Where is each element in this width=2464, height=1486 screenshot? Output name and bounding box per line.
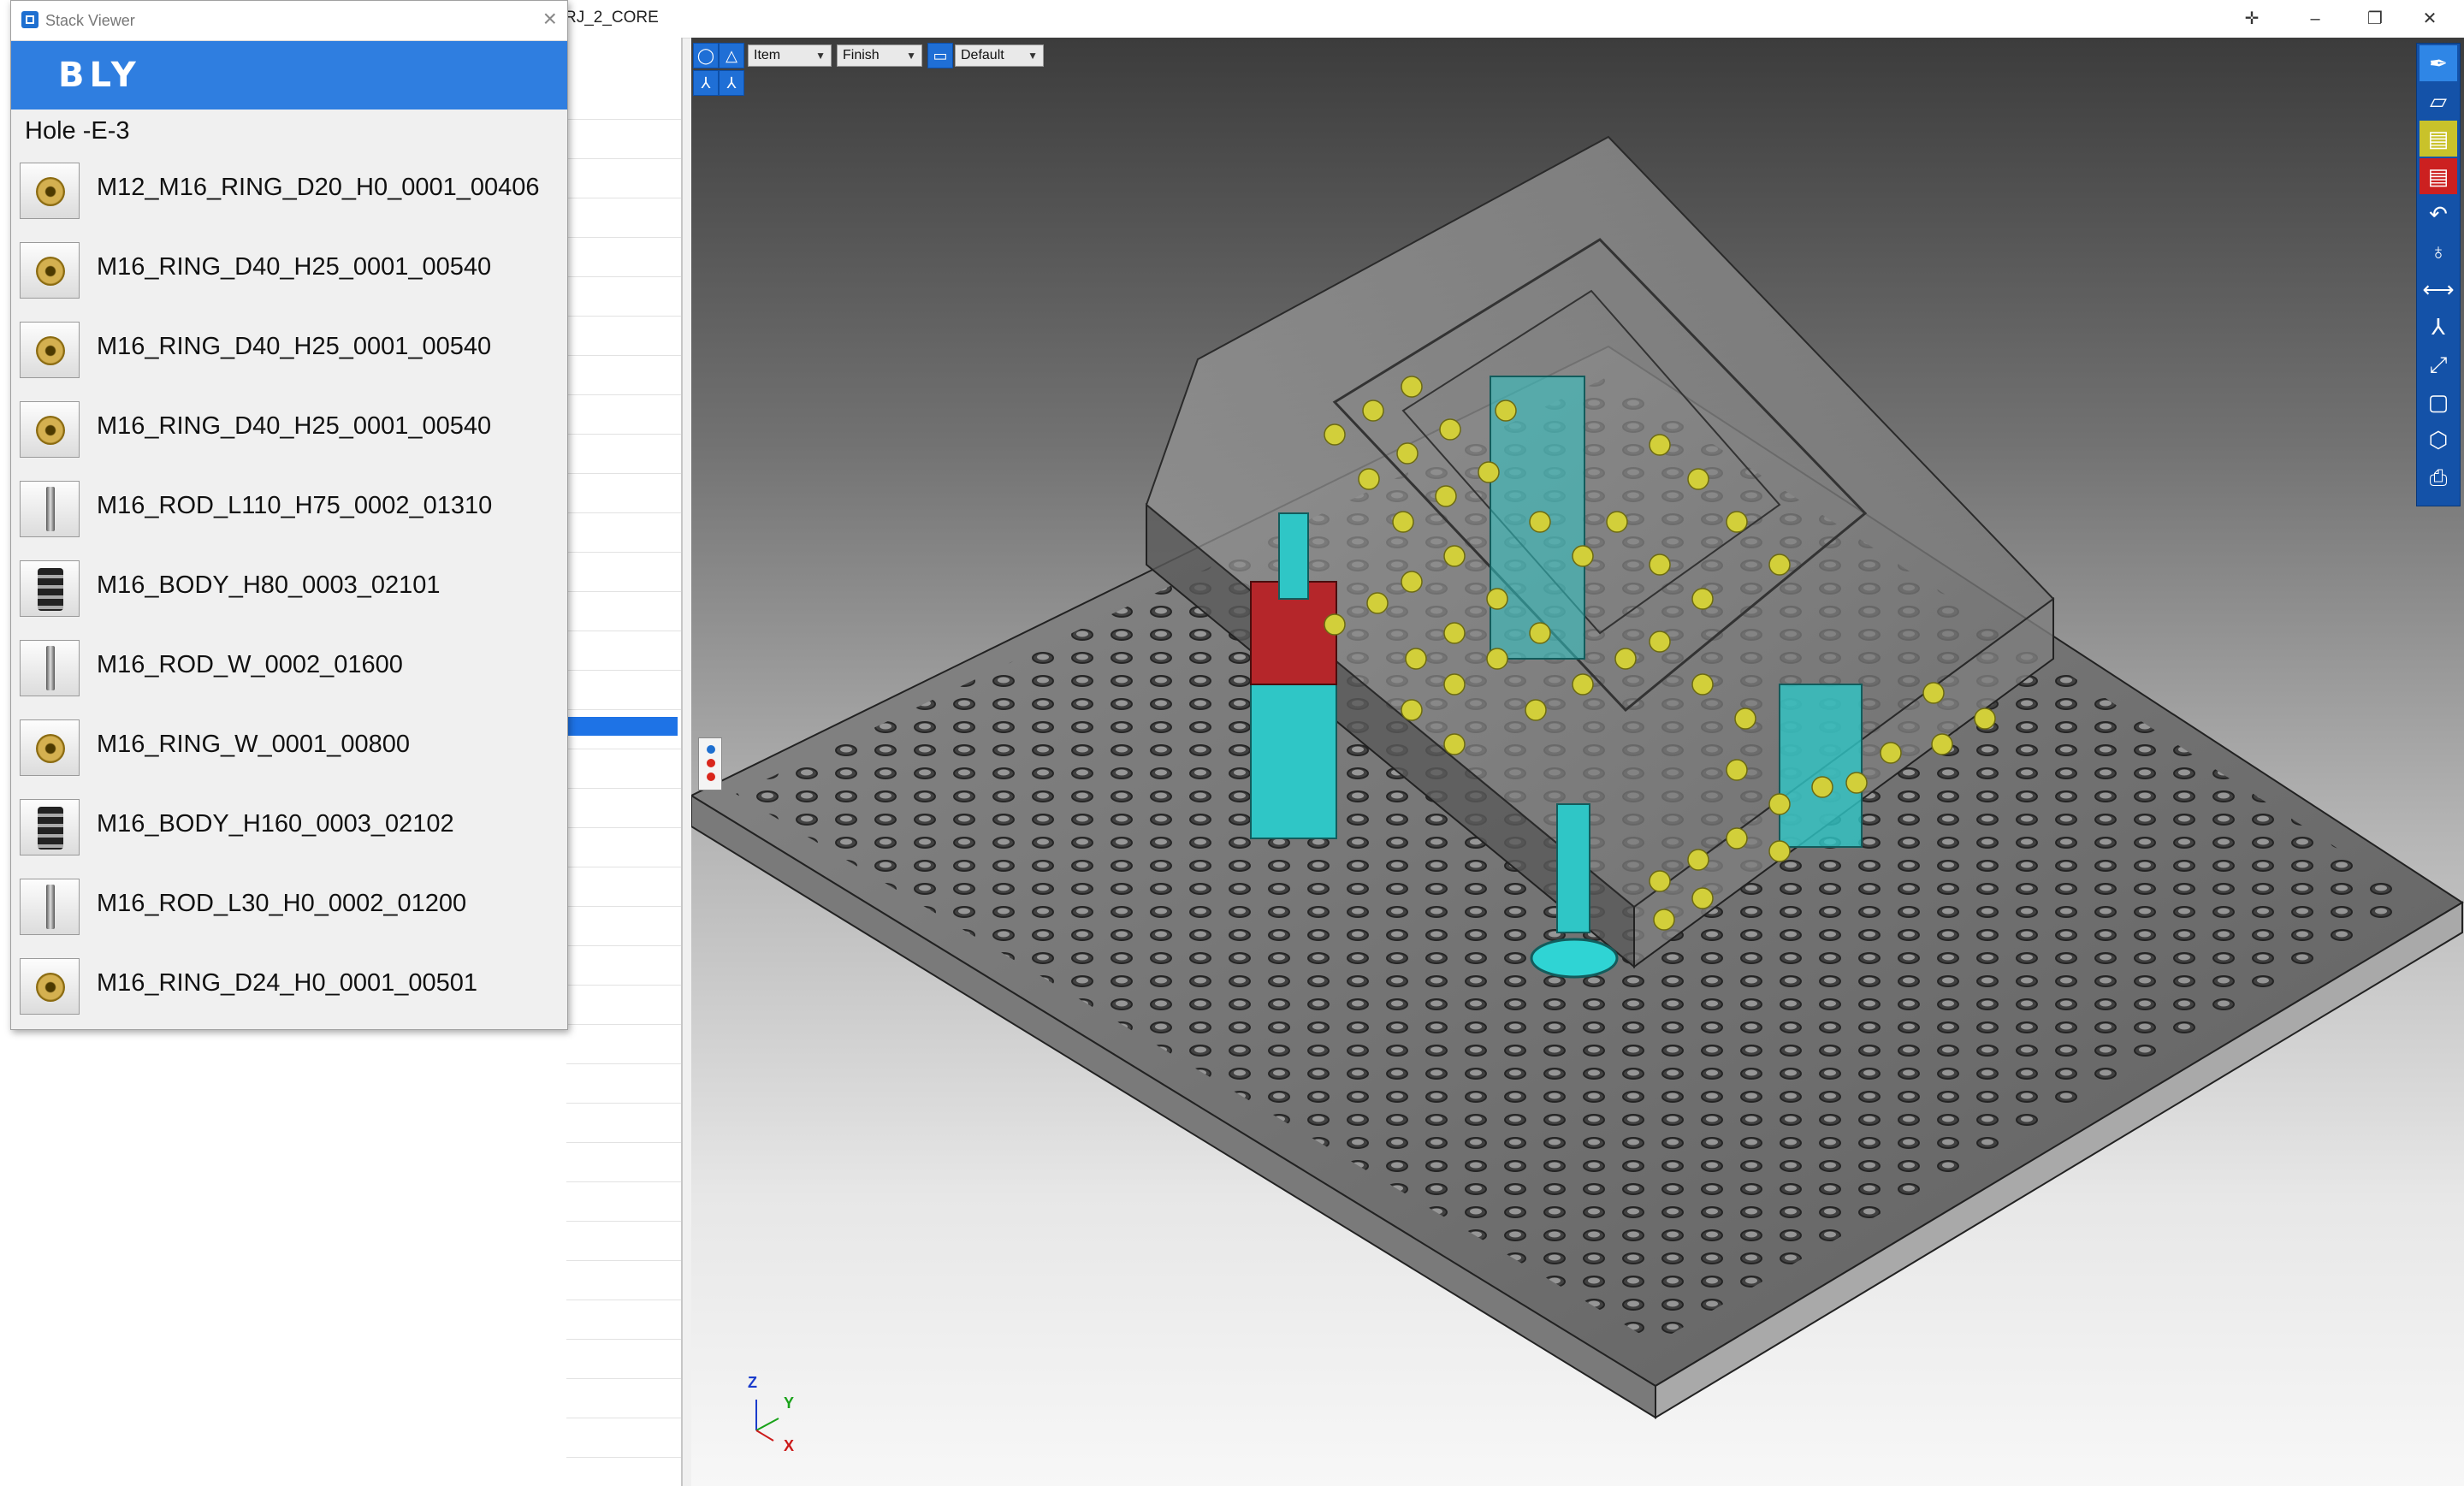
stack-item-row[interactable]: M16_ROD_W_0002_01600 xyxy=(11,629,567,708)
stack-viewer-window: Stack Viewer × BLY Hole -E-3 M12_M16_RIN… xyxy=(10,0,568,1030)
folder-open-icon[interactable]: ▱ xyxy=(2420,83,2457,119)
stack-item-row[interactable]: M16_ROD_L30_H0_0002_01200 xyxy=(11,867,567,947)
tree-selected-row[interactable] xyxy=(566,717,678,736)
pin-cursor-icon: ✛ xyxy=(2244,9,2260,28)
minimize-button[interactable]: – xyxy=(2296,5,2334,33)
stack-item-label: M16_BODY_H80_0003_02101 xyxy=(97,571,441,599)
stack-item-label: M16_RING_D40_H25_0001_00540 xyxy=(97,412,492,440)
view-axis-icon[interactable]: ⅄ xyxy=(693,70,719,96)
window-title: RJ_2_CORE xyxy=(565,9,659,27)
red-dot-icon xyxy=(707,773,715,781)
stack-item-label: M16_RING_D24_H0_0001_00501 xyxy=(97,969,477,997)
axis-y-label: Y xyxy=(784,1394,795,1412)
tree-list[interactable] xyxy=(566,80,681,1483)
rod-part-icon xyxy=(20,879,80,935)
close-icon[interactable]: × xyxy=(543,6,557,32)
stack-viewer-titlebar: Stack Viewer × xyxy=(11,1,567,41)
red-dot-icon xyxy=(707,759,715,767)
ring-part-icon xyxy=(20,322,80,378)
stack-item-row[interactable]: M16_BODY_H160_0003_02102 xyxy=(11,788,567,867)
stack-item-row[interactable]: M16_ROD_L110_H75_0002_01310 xyxy=(11,470,567,549)
rod-part-icon xyxy=(20,640,80,696)
stack-item-label: M16_ROD_W_0002_01600 xyxy=(97,651,403,678)
frame-icon[interactable]: ▢ xyxy=(2420,384,2457,420)
chevron-down-icon: ▼ xyxy=(906,50,916,62)
cyan-stack-left xyxy=(1250,675,1337,839)
measure-icon[interactable]: ⟷ xyxy=(2420,271,2457,307)
body-part-icon xyxy=(20,560,80,617)
chevron-down-icon: ▼ xyxy=(815,50,826,62)
rod-part-icon xyxy=(20,481,80,537)
ring-part-icon xyxy=(20,401,80,458)
stack-item-row[interactable]: M16_RING_D40_H25_0001_00540 xyxy=(11,311,567,390)
axis-triad: Z Y X xyxy=(744,1369,804,1454)
body-part-icon xyxy=(20,799,80,855)
ring-part-icon xyxy=(20,163,80,219)
stack-item-label: M16_RING_D40_H25_0001_00540 xyxy=(97,253,492,281)
stack-item-label: M16_ROD_L110_H75_0002_01310 xyxy=(97,492,493,519)
axis-icon[interactable]: ⅄ xyxy=(2420,309,2457,345)
stack-item-label: M16_BODY_H160_0003_02102 xyxy=(97,810,454,838)
axis-x-label: X xyxy=(784,1437,795,1454)
layer-red-icon[interactable]: ▤ xyxy=(2420,158,2457,194)
cyan-ring-center xyxy=(1530,938,1619,979)
stack-item-label: M12_M16_RING_D20_H0_0001_00406 xyxy=(97,174,540,201)
bulb-icon[interactable]: ♁ xyxy=(2420,234,2457,269)
cyan-rod-center xyxy=(1556,803,1590,933)
app-icon xyxy=(21,11,38,28)
view-axis-alt-icon[interactable]: ⅄ xyxy=(719,70,744,96)
stack-item-row[interactable]: M12_M16_RING_D20_H0_0001_00406 xyxy=(11,151,567,231)
ring-part-icon xyxy=(20,242,80,299)
finish-select[interactable]: Finish ▼ xyxy=(837,44,922,67)
fit-view-icon[interactable]: ⤢ xyxy=(2420,346,2457,382)
axis-z-label: Z xyxy=(748,1374,757,1391)
ring-part-icon xyxy=(20,719,80,776)
finish-select-value: Finish xyxy=(843,48,880,62)
select-mode-icon[interactable]: ◯ xyxy=(693,43,719,68)
default-select-value: Default xyxy=(961,48,1004,62)
stack-item-label: M16_ROD_L30_H0_0002_01200 xyxy=(97,890,467,917)
stack-item-label: M16_RING_W_0001_00800 xyxy=(97,731,410,758)
chevron-down-icon: ▼ xyxy=(1028,50,1038,62)
stack-item-row[interactable]: M16_RING_D40_H25_0001_00540 xyxy=(11,390,567,470)
layer-yellow-icon[interactable]: ▤ xyxy=(2420,121,2457,157)
right-toolbar: ✒ ▱ ▤ ▤ ↶ ♁ ⟷ ⅄ ⤢ ▢ ⬡ ⎙ xyxy=(2416,43,2461,506)
shade-mode-icon[interactable]: △ xyxy=(719,43,744,68)
stack-handle[interactable] xyxy=(698,737,722,790)
stack-item-row[interactable]: M16_RING_W_0001_00800 xyxy=(11,708,567,788)
item-select[interactable]: Item ▼ xyxy=(748,44,832,67)
item-select-value: Item xyxy=(754,48,781,62)
stack-item-row[interactable]: M16_RING_D24_H0_0001_00501 xyxy=(11,947,567,1027)
blue-dot-icon xyxy=(707,745,715,754)
close-button[interactable]: ✕ xyxy=(2411,5,2449,33)
brand-banner: BLY xyxy=(11,41,567,110)
bly-logo: BLY xyxy=(58,56,141,95)
display-mode-icon[interactable]: ▭ xyxy=(927,43,953,68)
ring-part-icon xyxy=(20,958,80,1015)
mold-scene xyxy=(691,135,2464,1419)
3d-viewport[interactable] xyxy=(691,38,2464,1486)
stack-item-row[interactable]: M16_BODY_H80_0003_02101 xyxy=(11,549,567,629)
print-icon[interactable]: ⎙ xyxy=(2420,459,2457,495)
stack-item-label: M16_RING_D40_H25_0001_00540 xyxy=(97,333,492,360)
hole-label: Hole -E-3 xyxy=(25,117,130,145)
stack-viewer-title: Stack Viewer xyxy=(45,12,135,29)
undo-icon[interactable]: ↶ xyxy=(2420,196,2457,232)
cyan-rod-left xyxy=(1278,512,1309,600)
cyan-stack-right xyxy=(1779,684,1863,848)
cube-icon[interactable]: ⬡ xyxy=(2420,422,2457,458)
pin-icon[interactable]: ✒ xyxy=(2420,45,2457,81)
maximize-button[interactable]: ❐ xyxy=(2356,5,2394,33)
default-select[interactable]: Default ▼ xyxy=(955,44,1044,67)
stack-item-row[interactable]: M16_RING_D40_H25_0001_00540 xyxy=(11,231,567,311)
